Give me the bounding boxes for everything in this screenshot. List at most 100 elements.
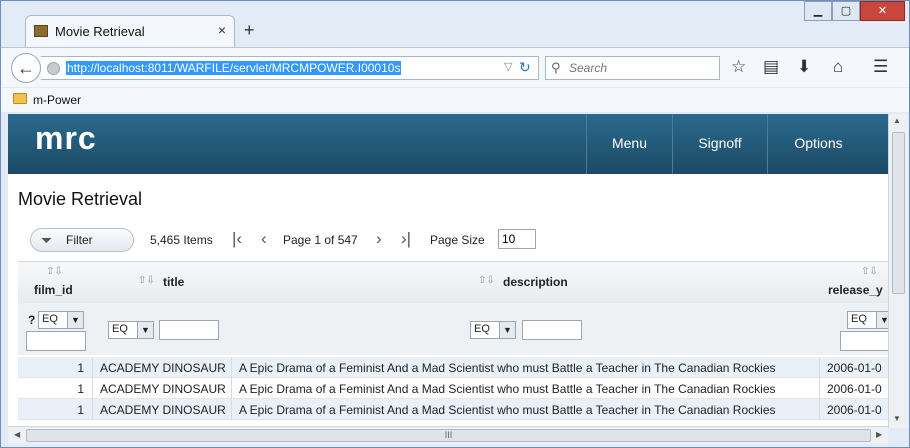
close-window-button[interactable]: ✕	[860, 1, 905, 21]
url-text[interactable]: http://localhost:8011/WARFILE/servlet/MR…	[66, 61, 402, 75]
filter-help-icon[interactable]: ?	[28, 313, 35, 327]
column-header-film-id[interactable]: film_id	[34, 283, 73, 297]
chevron-down-icon: ▼	[67, 312, 83, 328]
sort-arrows-icon[interactable]: ⇧⇩	[861, 266, 878, 277]
filter-row: ? EQ ▼ EQ ▼ EQ ▼ EQ ▼	[18, 303, 888, 355]
cell-release: 2006-01-0	[827, 361, 882, 375]
bookmark-star-icon[interactable]: ☆	[731, 57, 746, 77]
title-operator-select[interactable]: EQ ▼	[108, 321, 154, 339]
page-title: Movie Retrieval	[18, 189, 143, 209]
cell-title: ACADEMY DINOSAUR	[100, 403, 226, 417]
tab-title: Movie Retrieval	[55, 24, 145, 39]
tab-close-icon[interactable]: ×	[218, 22, 226, 38]
scroll-up-icon[interactable]: ▲	[893, 116, 901, 125]
previous-page-icon[interactable]: ‹	[261, 229, 267, 249]
search-placeholder: Search	[569, 61, 608, 75]
folder-icon	[13, 93, 27, 104]
column-header-release-year[interactable]: release_y	[828, 283, 883, 297]
cell-film-id: 1	[77, 382, 84, 396]
table-row[interactable]: 1 ACADEMY DINOSAUR A Epic Drama of a Fem…	[18, 378, 888, 399]
sort-arrows-icon[interactable]: ⇧⇩	[138, 275, 155, 286]
scroll-right-icon[interactable]: ▶	[876, 430, 882, 439]
maximize-button[interactable]: ▢	[832, 1, 860, 21]
minimize-button[interactable]: ▁	[804, 1, 832, 21]
cell-film-id: 1	[77, 403, 84, 417]
filter-button[interactable]: ⏷ Filter	[30, 228, 134, 252]
chevron-down-icon: ▼	[499, 322, 515, 338]
reload-icon[interactable]: ↻	[519, 59, 531, 76]
vertical-scrollbar[interactable]: ▲ ▼	[888, 114, 908, 428]
last-page-icon[interactable]: ›|	[401, 229, 411, 249]
bookmark-m-power[interactable]: m-Power	[33, 93, 81, 107]
cell-title: ACADEMY DINOSAUR	[100, 361, 226, 375]
column-divider	[819, 357, 820, 378]
app-header: mrc Menu Signoff Options	[8, 114, 888, 174]
download-icon[interactable]: ⬇	[797, 57, 811, 77]
bookmarks-list-icon[interactable]: ▤	[763, 57, 779, 77]
new-tab-button[interactable]: +	[244, 20, 255, 41]
cell-release: 2006-01-0	[827, 403, 882, 417]
filter-label: Filter	[66, 233, 93, 247]
cell-description: A Epic Drama of a Feminist And a Mad Sci…	[239, 382, 776, 396]
column-divider	[231, 357, 232, 378]
cell-title: ACADEMY DINOSAUR	[100, 382, 226, 396]
column-header-title[interactable]: title	[163, 275, 184, 289]
column-header-description[interactable]: description	[503, 275, 568, 289]
column-divider	[92, 378, 93, 399]
table-row[interactable]: 1 ACADEMY DINOSAUR A Epic Drama of a Fem…	[18, 357, 888, 378]
search-box[interactable]: ⚲ Search	[545, 56, 720, 80]
column-divider	[231, 378, 232, 399]
scroll-down-icon[interactable]: ▼	[893, 414, 901, 423]
next-page-icon[interactable]: ›	[376, 229, 382, 249]
column-divider	[819, 378, 820, 399]
horizontal-scroll-thumb[interactable]: III	[26, 429, 871, 442]
filter-funnel-icon: ⏷	[41, 232, 53, 248]
description-operator-select[interactable]: EQ ▼	[470, 321, 516, 339]
description-filter-input[interactable]	[522, 320, 582, 340]
table-row[interactable]: 1 ACADEMY DINOSAUR A Epic Drama of a Fem…	[18, 399, 888, 420]
back-arrow-icon: ←	[17, 58, 35, 78]
browser-window: Movie Retrieval × + ▁ ▢ ✕ ← http://local…	[0, 0, 910, 448]
chevron-down-icon: ▼	[876, 312, 888, 328]
first-page-icon[interactable]: |‹	[232, 229, 242, 249]
vertical-scroll-thumb[interactable]	[892, 132, 905, 294]
page-content: mrc Menu Signoff Options Movie Retrieval…	[8, 114, 888, 428]
options-link[interactable]: Options	[767, 114, 869, 174]
film-id-operator-select[interactable]: EQ ▼	[38, 311, 84, 329]
bookmarks-bar: m-Power	[1, 88, 909, 112]
scroll-grip: III	[444, 430, 453, 440]
chevron-down-icon: ▼	[137, 322, 153, 338]
release-filter-input[interactable]	[840, 331, 888, 351]
page-favicon-icon	[34, 25, 48, 37]
tab-movie-retrieval[interactable]: Movie Retrieval ×	[25, 15, 235, 47]
horizontal-scrollbar[interactable]: ◀ III ▶	[8, 426, 888, 444]
operator-value: EQ	[42, 313, 58, 325]
release-operator-select[interactable]: EQ ▼	[847, 311, 888, 329]
page-size-label: Page Size	[430, 233, 485, 247]
sort-arrows-icon[interactable]: ⇧⇩	[478, 275, 495, 286]
signoff-link[interactable]: Signoff	[672, 114, 767, 174]
page-size-input[interactable]	[498, 229, 536, 249]
address-bar[interactable]: http://localhost:8011/WARFILE/servlet/MR…	[41, 56, 539, 80]
search-icon: ⚲	[551, 60, 561, 75]
tab-bar: Movie Retrieval × + ▁ ▢ ✕	[1, 1, 909, 47]
operator-value: EQ	[474, 323, 490, 335]
grid-toolbar: ⏷ Filter 5,465 Items |‹ ‹ Page 1 of 547 …	[8, 226, 888, 254]
back-button[interactable]: ←	[11, 53, 41, 83]
menu-link[interactable]: Menu	[586, 114, 672, 174]
operator-value: EQ	[112, 323, 128, 335]
scroll-left-icon[interactable]: ◀	[14, 430, 20, 439]
home-icon[interactable]: ⌂	[833, 57, 843, 77]
column-divider	[92, 399, 93, 420]
title-filter-input[interactable]	[159, 320, 219, 340]
grid-header-row: ⇧⇩ film_id ⇧⇩ title ⇧⇩ description ⇧⇩ re…	[18, 261, 888, 303]
film-id-filter-input[interactable]	[26, 331, 86, 351]
column-divider	[819, 399, 820, 420]
mrc-logo: mrc	[35, 120, 97, 156]
hamburger-menu-icon[interactable]: ☰	[873, 57, 888, 77]
sort-arrows-icon[interactable]: ⇧⇩	[46, 266, 63, 277]
column-divider	[92, 357, 93, 378]
cell-description: A Epic Drama of a Feminist And a Mad Sci…	[239, 403, 776, 417]
url-history-dropdown-icon[interactable]: ▽	[504, 60, 512, 73]
navigation-bar: ← http://localhost:8011/WARFILE/servlet/…	[1, 47, 909, 87]
